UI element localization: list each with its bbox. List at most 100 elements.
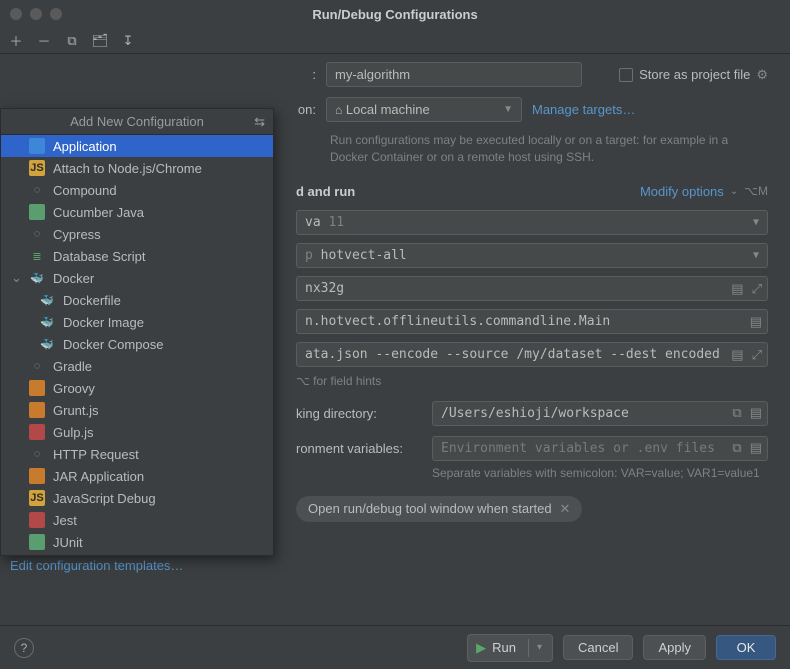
chip-label: Open run/debug tool window when started (308, 501, 552, 516)
main-class-input[interactable] (296, 309, 768, 334)
config-type-label: Cypress (53, 227, 101, 242)
remove-icon[interactable]: － (36, 33, 52, 49)
config-type-label: JavaScript Debug (53, 491, 156, 506)
gear-icon[interactable]: ⚙ (756, 67, 768, 83)
working-dir-input[interactable] (432, 401, 768, 426)
config-type-label: HTTP Request (53, 447, 139, 462)
play-icon: ▶ (476, 640, 486, 656)
program-args-input[interactable] (296, 342, 768, 367)
dialog-button-bar: ? ▶ Run ▾ Cancel Apply OK (0, 625, 790, 669)
vm-options-input[interactable] (296, 276, 768, 301)
config-type-docker[interactable]: ⌄🐳Docker (1, 267, 273, 289)
classpath-combo[interactable]: p hotvect-all ▼ (296, 243, 768, 268)
chevron-down-icon: ▼ (753, 217, 759, 228)
add-configuration-dropdown: Add New Configuration ⇆ Application JSAtt… (0, 108, 274, 556)
jdk-value: 11 (328, 215, 344, 230)
chevron-down-icon: ▼ (753, 250, 759, 261)
filter-icon[interactable]: ⇆ (254, 114, 265, 130)
env-input[interactable] (432, 436, 768, 461)
modify-options-link[interactable]: Modify options (640, 184, 724, 199)
expand-icon[interactable]: ⤢ (752, 347, 762, 363)
field-hints: ⌥ for field hints (296, 373, 768, 390)
name-input[interactable] (326, 62, 582, 87)
config-type-jest[interactable]: Jest (1, 509, 273, 531)
config-type-label: Docker Image (63, 315, 144, 330)
modify-shortcut: ⌥M (744, 183, 768, 200)
run-label: Run (492, 640, 516, 655)
runon-value: Local machine (346, 102, 430, 117)
help-button[interactable]: ? (14, 638, 34, 658)
env-label: ronment variables: (296, 441, 418, 456)
ok-button[interactable]: OK (716, 635, 776, 660)
config-type-docker-image[interactable]: 🐳Docker Image (1, 311, 273, 333)
store-checkbox[interactable] (619, 68, 633, 82)
build-run-section-title: d and run (296, 184, 355, 199)
titlebar: Run/Debug Configurations (0, 0, 790, 28)
config-type-label: Grunt.js (53, 403, 99, 418)
config-type-karma[interactable]: Karma (1, 553, 273, 555)
config-type-label: Gulp.js (53, 425, 93, 440)
dropdown-list: Application JSAttach to Node.js/Chrome◌Co… (1, 135, 273, 555)
config-type-jar-application[interactable]: JAR Application (1, 465, 273, 487)
dropdown-header: Add New Configuration ⇆ (1, 109, 273, 135)
config-type-gradle[interactable]: ◌Gradle (1, 355, 273, 377)
config-type-label: Application (53, 139, 117, 154)
history-icon[interactable]: ▤ (731, 281, 743, 297)
config-type-label: Attach to Node.js/Chrome (53, 161, 202, 176)
config-type-label: Cucumber Java (53, 205, 144, 220)
runon-combo[interactable]: ⌂ Local machine ▼ (326, 97, 522, 122)
edit-templates-link[interactable]: Edit configuration templates… (10, 558, 183, 573)
name-label: : (296, 67, 316, 82)
config-type-docker-compose[interactable]: 🐳Docker Compose (1, 333, 273, 355)
config-type-attach-to-node-js-chrome[interactable]: JSAttach to Node.js/Chrome (1, 157, 273, 179)
config-type-label: JUnit (53, 535, 83, 550)
store-label: Store as project file (639, 67, 750, 82)
sort-icon[interactable]: ↧ (120, 33, 136, 49)
cancel-button[interactable]: Cancel (563, 635, 633, 660)
config-type-label: Dockerfile (63, 293, 121, 308)
config-type-cypress[interactable]: ◌Cypress (1, 223, 273, 245)
config-type-grunt-js[interactable]: Grunt.js (1, 399, 273, 421)
close-icon[interactable]: ✕ (560, 501, 571, 517)
history-icon[interactable]: ▤ (750, 440, 762, 456)
config-type-javascript-debug[interactable]: JSJavaScript Debug (1, 487, 273, 509)
config-toolbar: ＋ － ⧉ 🗂 ↧ (0, 28, 790, 54)
config-type-database-script[interactable]: ≣Database Script (1, 245, 273, 267)
config-type-dockerfile[interactable]: 🐳Dockerfile (1, 289, 273, 311)
option-chip[interactable]: Open run/debug tool window when started … (296, 496, 582, 522)
config-type-compound[interactable]: ◌Compound (1, 179, 273, 201)
chevron-down-icon: ▼ (503, 104, 513, 115)
window-title: Run/Debug Configurations (0, 7, 790, 22)
config-type-label: Database Script (53, 249, 146, 264)
history-icon[interactable]: ▤ (750, 314, 762, 330)
add-icon[interactable]: ＋ (8, 33, 24, 49)
config-type-label: Jest (53, 513, 77, 528)
config-type-junit[interactable]: JUnit (1, 531, 273, 553)
config-type-groovy[interactable]: Groovy (1, 377, 273, 399)
config-type-http-request[interactable]: ◌HTTP Request (1, 443, 273, 465)
save-template-icon[interactable]: 🗂 (92, 33, 108, 49)
expand-icon[interactable]: ⤢ (752, 281, 762, 297)
runon-hint: Run configurations may be executed local… (330, 132, 750, 167)
cp-value: hotvect-all (321, 248, 407, 263)
jre-combo[interactable]: va 11 ▼ (296, 210, 768, 235)
run-button[interactable]: ▶ Run ▾ (467, 634, 553, 662)
manage-targets-link[interactable]: Manage targets… (532, 102, 635, 117)
config-type-label: JAR Application (53, 469, 144, 484)
history-icon[interactable]: ▤ (731, 347, 743, 363)
browse-icon[interactable]: ⧉ (732, 440, 741, 456)
config-type-cucumber-java[interactable]: Cucumber Java (1, 201, 273, 223)
config-type-gulp-js[interactable]: Gulp.js (1, 421, 273, 443)
browse-icon[interactable]: ⧉ (732, 405, 741, 421)
working-dir-label: king directory: (296, 406, 418, 421)
config-type-application[interactable]: Application (1, 135, 273, 157)
history-icon[interactable]: ▤ (750, 405, 762, 421)
apply-button[interactable]: Apply (643, 635, 706, 660)
copy-icon[interactable]: ⧉ (64, 33, 80, 49)
config-type-label: Gradle (53, 359, 92, 374)
config-type-label: Compound (53, 183, 117, 198)
runon-label: on: (296, 102, 316, 117)
chevron-down-icon[interactable]: ▾ (537, 642, 542, 653)
config-type-label: Groovy (53, 381, 95, 396)
config-type-label: Docker (53, 271, 94, 286)
